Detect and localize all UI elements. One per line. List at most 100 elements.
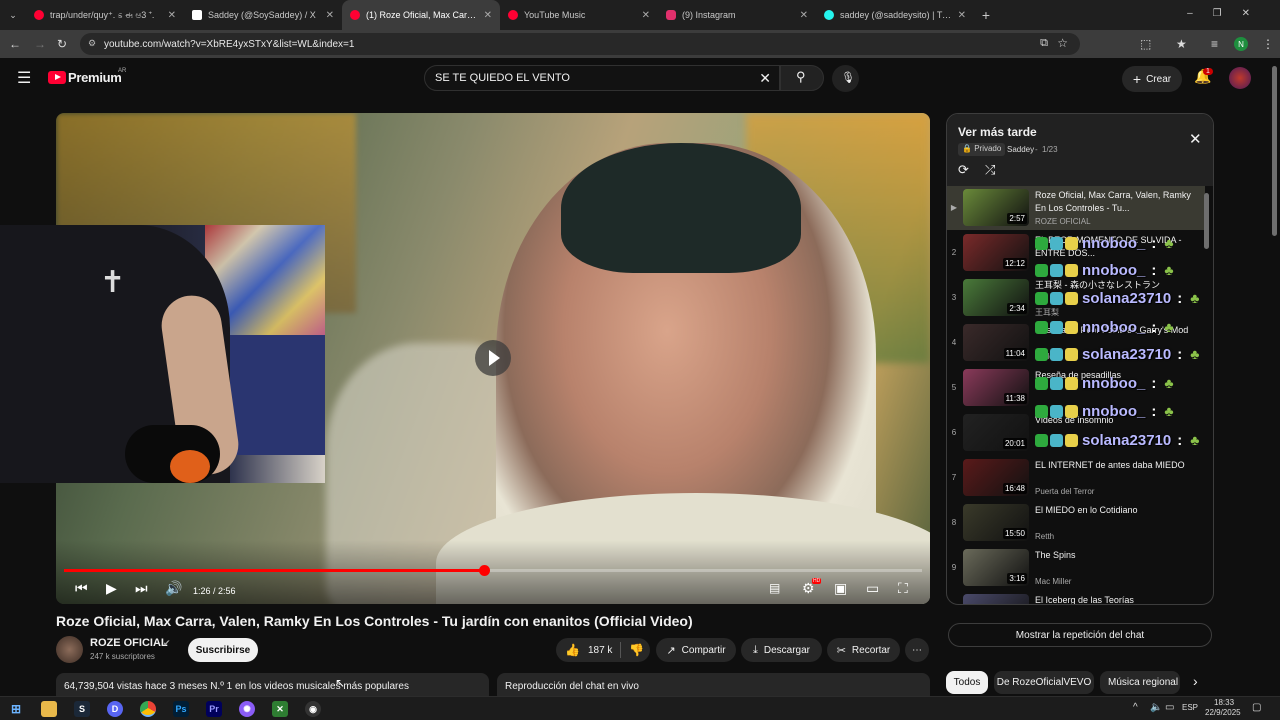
voice-search-button[interactable]: 🎙 <box>832 65 859 92</box>
playlist-item-thumbnail[interactable]: 11:04 <box>963 324 1029 361</box>
playlist-item[interactable]: ▶ 2:57 Roze Oficial, Max Carra, Valen, Ram… <box>947 186 1205 230</box>
chip-roze-vevo[interactable]: De RozeOficialVEVO <box>994 671 1094 694</box>
subscribe-button[interactable]: Suscribirse <box>188 638 258 662</box>
playlist-item-title[interactable]: El MIEDO en lo Cotidiano <box>1035 504 1200 517</box>
tab-2[interactable]: Saddey (@SoySaddey) / X ✕ <box>184 0 342 30</box>
playlist-item[interactable]: 10El Iceberg de las Teorías <box>947 591 1205 604</box>
profile-avatar[interactable]: N <box>1234 37 1248 51</box>
playlist-item[interactable]: 7 16:48 EL INTERNET de antes daba MIEDO Pue… <box>947 456 1205 500</box>
miniplayer-icon[interactable]: ▣ <box>834 580 847 596</box>
close-window-icon[interactable]: ✕ <box>1242 8 1270 19</box>
account-avatar[interactable] <box>1229 67 1251 89</box>
search-input[interactable]: SE TE QUIEDO EL VENTO ✕ <box>424 65 780 91</box>
more-vert-icon[interactable]: ⋮ <box>1262 37 1274 51</box>
thumbs-up-icon[interactable]: 👍 <box>565 643 580 657</box>
reload-icon[interactable]: ↻ <box>57 37 67 51</box>
discord-icon[interactable]: D <box>107 701 123 717</box>
like-count[interactable]: 187 k <box>588 645 612 656</box>
center-play-button[interactable] <box>475 340 511 376</box>
menu-icon[interactable]: ☰ <box>17 68 31 88</box>
forward-arrow-icon[interactable]: → <box>34 37 46 51</box>
close-icon[interactable]: ✕ <box>168 10 176 21</box>
subtitles-icon[interactable]: ▤ <box>769 580 780 596</box>
close-icon[interactable]: ✕ <box>642 10 650 21</box>
back-arrow-icon[interactable]: ← <box>9 37 21 51</box>
notification-center-icon[interactable]: ▢ <box>1252 702 1261 713</box>
close-icon[interactable]: ✕ <box>800 10 808 21</box>
speaker-icon[interactable]: 🔈 <box>1150 702 1162 713</box>
tab-4[interactable]: YouTube Music ✕ <box>500 0 658 30</box>
close-icon[interactable]: ✕ <box>484 10 492 21</box>
playlist-item-thumbnail[interactable]: 2:57 <box>963 189 1029 226</box>
share-button[interactable]: ↗ Compartir <box>656 638 736 662</box>
windows-start-icon[interactable]: ⊞ <box>8 701 24 717</box>
playlist-item-title[interactable]: The Spins <box>1035 549 1200 562</box>
playlist-item[interactable]: 8 15:50 El MIEDO en lo Cotidiano Retth <box>947 501 1205 545</box>
restore-icon[interactable]: ❐ <box>1213 8 1242 19</box>
theater-mode-icon[interactable]: ▭ <box>866 580 879 596</box>
close-icon[interactable]: ✕ <box>958 10 966 21</box>
install-app-icon[interactable]: ⧉ <box>1040 37 1048 50</box>
url-bar[interactable]: ⚙ youtube.com/watch?v=XbRE4yxSTxY&list=W… <box>80 33 1080 55</box>
tab-5[interactable]: (9) Instagram ✕ <box>658 0 816 30</box>
steam-icon[interactable]: S <box>74 701 90 717</box>
progress-bar[interactable] <box>64 565 922 576</box>
window-controls[interactable]: –❐✕ <box>1187 8 1270 19</box>
minimize-icon[interactable]: – <box>1187 8 1213 19</box>
chip-all[interactable]: Todos <box>946 671 988 694</box>
app-icon[interactable]: ✺ <box>239 701 255 717</box>
photoshop-icon[interactable]: Ps <box>173 701 189 717</box>
site-info-icon[interactable]: ⚙ <box>88 38 96 49</box>
thumbs-down-icon[interactable]: 👎 <box>629 643 644 657</box>
previous-icon[interactable]: ⏮ <box>75 580 88 596</box>
playlist-item[interactable]: 9 3:16 The Spins Mac Miller <box>947 546 1205 590</box>
loop-icon[interactable]: ⟳ <box>958 162 969 178</box>
clock-date[interactable]: 22/9/2025 <box>1205 708 1241 717</box>
chip-regional-music[interactable]: Música regional <box>1100 671 1180 694</box>
show-chat-replay-button[interactable]: Mostrar la repetición del chat <box>948 623 1212 647</box>
create-button[interactable]: + Crear <box>1122 66 1182 92</box>
bookmark-star-icon[interactable]: ☆ <box>1057 36 1068 50</box>
playlist-item-thumbnail[interactable]: 16:48 <box>963 459 1029 496</box>
chrome-icon[interactable] <box>140 701 156 717</box>
shuffle-icon[interactable]: ⤮ <box>985 162 995 178</box>
language-indicator[interactable]: ESP <box>1182 703 1198 712</box>
logo-premium-text[interactable]: Premium <box>68 70 122 85</box>
playlist-owner[interactable]: Saddey <box>1007 145 1034 154</box>
fullscreen-icon[interactable]: ⛶ <box>898 580 908 596</box>
bookmarks-icon[interactable]: ★ <box>1176 37 1187 51</box>
playlist-item-thumbnail[interactable]: 15:50 <box>963 504 1029 541</box>
playlist-item-thumbnail[interactable]: 20:01 <box>963 414 1029 451</box>
tray-chevron-icon[interactable]: ^ <box>1133 702 1138 713</box>
next-icon[interactable]: ⏭ <box>135 580 148 596</box>
playlist-item-thumbnail[interactable]: 2:34 <box>963 279 1029 316</box>
playlist-item-thumbnail[interactable]: 12:12 <box>963 234 1029 271</box>
channel-name[interactable]: ROZE OFICIAL <box>90 637 168 649</box>
youtube-logo-icon[interactable] <box>48 71 66 84</box>
playlist-title[interactable]: Ver más tarde <box>958 125 1037 139</box>
playlist-item-title[interactable]: EL INTERNET de antes daba MIEDO <box>1035 459 1200 472</box>
volume-icon[interactable]: 🔊 <box>165 580 182 596</box>
tab-3-active[interactable]: (1) Roze Oficial, Max Carra, Valen ✕ <box>342 0 500 30</box>
playlist-item-thumbnail[interactable]: 11:38 <box>963 369 1029 406</box>
media-control-icon[interactable]: ≡ <box>1211 37 1218 51</box>
clear-search-icon[interactable]: ✕ <box>759 70 771 87</box>
extensions-icon[interactable]: ⬚ <box>1140 37 1151 51</box>
premiere-icon[interactable]: Pr <box>206 701 222 717</box>
playlist-item-thumbnail[interactable] <box>963 594 1029 604</box>
tab-1[interactable]: trap/under/quy⁺. ಽ ಈ ಆ3 ⁺. ✕ <box>26 0 184 30</box>
close-icon[interactable]: ✕ <box>326 10 334 21</box>
chevron-right-icon[interactable]: › <box>1193 673 1198 689</box>
obs-icon[interactable]: ◉ <box>305 701 321 717</box>
download-button[interactable]: ⤓ Descargar <box>741 638 822 662</box>
close-icon[interactable]: ✕ <box>1189 130 1202 148</box>
play-icon[interactable]: ▶ <box>106 580 117 596</box>
playlist-scrollbar[interactable] <box>1204 193 1209 249</box>
network-icon[interactable]: ▭ <box>1165 702 1174 713</box>
playlist-item-title[interactable]: Roze Oficial, Max Carra, Valen, Ramky En… <box>1035 189 1200 215</box>
clock-time[interactable]: 18:33 <box>1214 698 1234 707</box>
file-explorer-icon[interactable] <box>41 701 57 717</box>
more-actions-button[interactable]: ⋯ <box>905 638 929 662</box>
search-button[interactable]: ⚲ <box>780 65 824 91</box>
playlist-item-title[interactable]: El Iceberg de las Teorías <box>1035 594 1200 604</box>
